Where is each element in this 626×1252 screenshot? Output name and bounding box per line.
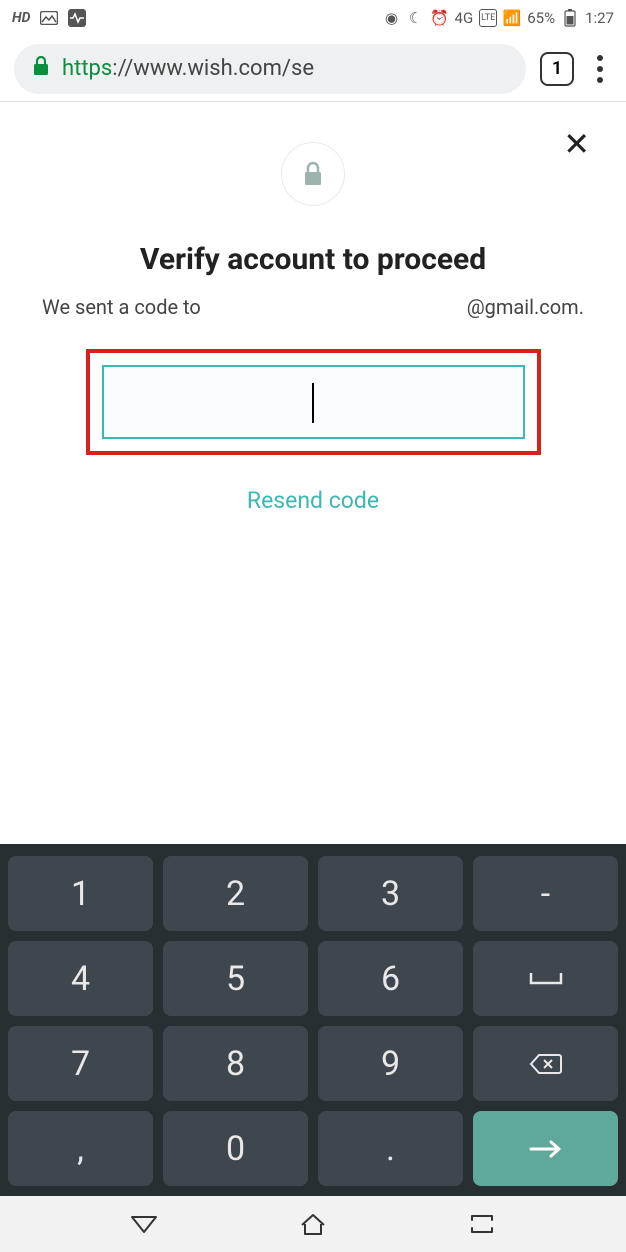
key-5[interactable]: 5: [163, 941, 308, 1016]
moon-icon: ☾: [407, 9, 425, 27]
key-4[interactable]: 4: [8, 941, 153, 1016]
battery-percent: 65%: [527, 9, 555, 27]
key-6[interactable]: 6: [318, 941, 463, 1016]
lock-icon: [32, 56, 50, 82]
key-period[interactable]: .: [318, 1111, 463, 1186]
nav-back-button[interactable]: [122, 1210, 166, 1238]
subtitle-prefix: We sent a code to: [42, 295, 201, 319]
url-scheme: https: [62, 56, 112, 81]
key-space[interactable]: [473, 941, 618, 1016]
url-text: https://www.wish.com/se: [62, 56, 314, 81]
picture-icon: [40, 9, 58, 27]
status-right: ◉ ☾ ⏰ 4G LTE 📶 65% 1:27: [383, 9, 614, 27]
url-path: ://www.wish.com/se: [112, 56, 314, 81]
key-0[interactable]: 0: [163, 1111, 308, 1186]
key-8[interactable]: 8: [163, 1026, 308, 1101]
key-1[interactable]: 1: [8, 856, 153, 931]
battery-icon: [561, 9, 579, 27]
verification-code-input[interactable]: [102, 365, 525, 439]
nav-home-button[interactable]: [291, 1210, 335, 1238]
signal-icon: 📶: [503, 9, 521, 27]
key-2[interactable]: 2: [163, 856, 308, 931]
key-7[interactable]: 7: [8, 1026, 153, 1101]
key-comma[interactable]: ,: [8, 1111, 153, 1186]
key-backspace[interactable]: [473, 1026, 618, 1101]
page-subtitle: We sent a code to @gmail.com.: [30, 295, 596, 349]
key-9[interactable]: 9: [318, 1026, 463, 1101]
system-nav-bar: [0, 1196, 626, 1252]
url-bar[interactable]: https://www.wish.com/se: [14, 44, 526, 94]
pulse-icon: [68, 9, 86, 27]
tab-count-value: 1: [552, 58, 562, 79]
key-go[interactable]: [473, 1111, 618, 1186]
lock-circle-icon: [281, 142, 345, 206]
resend-code-link[interactable]: Resend code: [247, 487, 379, 514]
alarm-icon: ⏰: [431, 9, 449, 27]
key-3[interactable]: 3: [318, 856, 463, 931]
hotspot-icon: ◉: [383, 9, 401, 27]
tab-counter[interactable]: 1: [540, 52, 574, 86]
hd-indicator: HD: [12, 10, 30, 26]
network-4g-label: 4G: [455, 9, 474, 27]
status-left: HD: [12, 9, 86, 27]
code-input-highlight: [86, 349, 541, 455]
status-icons-group: ◉ ☾ ⏰ 4G LTE 📶: [383, 9, 522, 27]
page-content: ✕ Verify account to proceed We sent a co…: [0, 102, 626, 844]
browser-bar: https://www.wish.com/se 1: [0, 36, 626, 102]
numeric-keyboard: 1 2 3 - 4 5 6 7 8 9 , 0 .: [0, 844, 626, 1196]
page-title: Verify account to proceed: [140, 242, 486, 277]
browser-menu-button[interactable]: [588, 55, 612, 83]
subtitle-suffix: @gmail.com.: [467, 295, 584, 319]
text-cursor: [312, 383, 314, 423]
close-button[interactable]: ✕: [563, 128, 590, 160]
clock-time: 1:27: [585, 9, 614, 27]
key-dash[interactable]: -: [473, 856, 618, 931]
status-bar: HD ◉ ☾ ⏰ 4G LTE 📶 65% 1:27: [0, 0, 626, 36]
volte-icon: LTE: [479, 9, 497, 27]
nav-recents-button[interactable]: [460, 1210, 504, 1238]
